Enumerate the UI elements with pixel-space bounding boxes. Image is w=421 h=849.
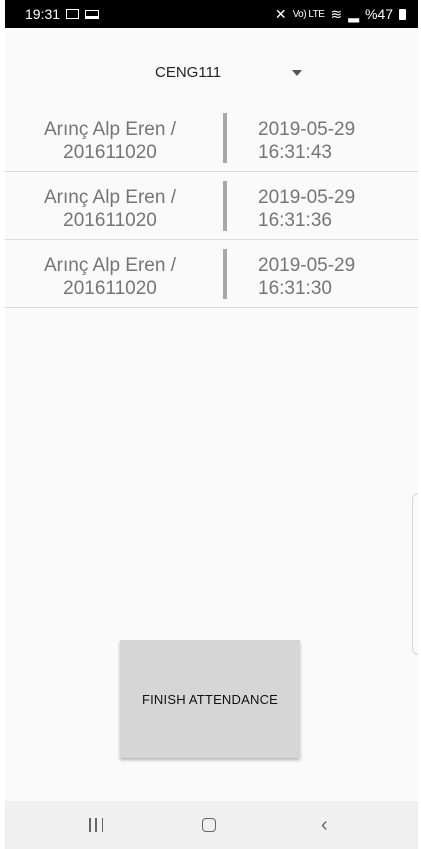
battery-percent: %47: [364, 6, 393, 22]
column-divider: [223, 181, 227, 231]
laptop-icon: [85, 9, 100, 19]
column-divider: [223, 249, 227, 299]
student-id: 201611020: [63, 210, 157, 231]
course-spinner[interactable]: CENG111: [5, 56, 418, 92]
home-icon[interactable]: [202, 818, 216, 832]
gallery-icon: [66, 9, 80, 19]
app-screen: 19:31 ✕ Vo) LTE ≋ ▂ %47 CENG111 Arınç Al…: [5, 0, 418, 849]
record-time: 16:31:43: [258, 142, 332, 163]
timestamp-cell: 2019-05-29 16:31:36: [258, 186, 355, 232]
recent-apps-icon[interactable]: [89, 818, 103, 832]
record-date: 2019-05-29: [258, 255, 356, 276]
record-time: 16:31:30: [258, 278, 332, 299]
record-time: 16:31:36: [258, 210, 332, 231]
status-bar: 19:31 ✕ Vo) LTE ≋ ▂ %47: [5, 0, 418, 28]
signal-icon: ▂: [348, 5, 359, 22]
list-item[interactable]: Arınç Alp Eren / 201611020 2019-05-29 16…: [5, 172, 418, 240]
student-cell: Arınç Alp Eren / 201611020: [5, 118, 215, 164]
student-cell: Arınç Alp Eren / 201611020: [5, 254, 215, 300]
student-name: Arınç Alp Eren /: [43, 255, 176, 276]
timestamp-cell: 2019-05-29 16:31:30: [258, 254, 355, 300]
timestamp-cell: 2019-05-29 16:31:43: [258, 118, 355, 164]
student-id: 201611020: [63, 278, 157, 299]
mute-icon: ✕: [274, 5, 287, 22]
status-time: 19:31: [25, 6, 61, 22]
list-item[interactable]: Arınç Alp Eren / 201611020 2019-05-29 16…: [5, 240, 418, 308]
finish-attendance-button[interactable]: FINISH ATTENDANCE: [120, 640, 300, 758]
battery-icon: [399, 8, 406, 20]
student-id: 201611020: [63, 142, 157, 163]
edge-panel-handle[interactable]: [412, 493, 418, 655]
system-nav-bar: ‹: [5, 801, 418, 849]
list-item[interactable]: Arınç Alp Eren / 201611020 2019-05-29 16…: [5, 104, 418, 172]
volte-label: Vo) LTE: [292, 8, 325, 20]
wifi-icon: ≋: [330, 5, 343, 22]
attendance-list: Arınç Alp Eren / 201611020 2019-05-29 16…: [5, 104, 418, 308]
student-name: Arınç Alp Eren /: [43, 119, 176, 140]
course-spinner-value: CENG111: [155, 64, 222, 81]
dropdown-arrow-icon[interactable]: [292, 70, 302, 76]
student-name: Arınç Alp Eren /: [43, 187, 176, 208]
student-cell: Arınç Alp Eren / 201611020: [5, 186, 215, 232]
record-date: 2019-05-29: [258, 119, 356, 140]
record-date: 2019-05-29: [258, 187, 356, 208]
column-divider: [223, 113, 227, 163]
back-icon[interactable]: ‹: [321, 815, 328, 835]
